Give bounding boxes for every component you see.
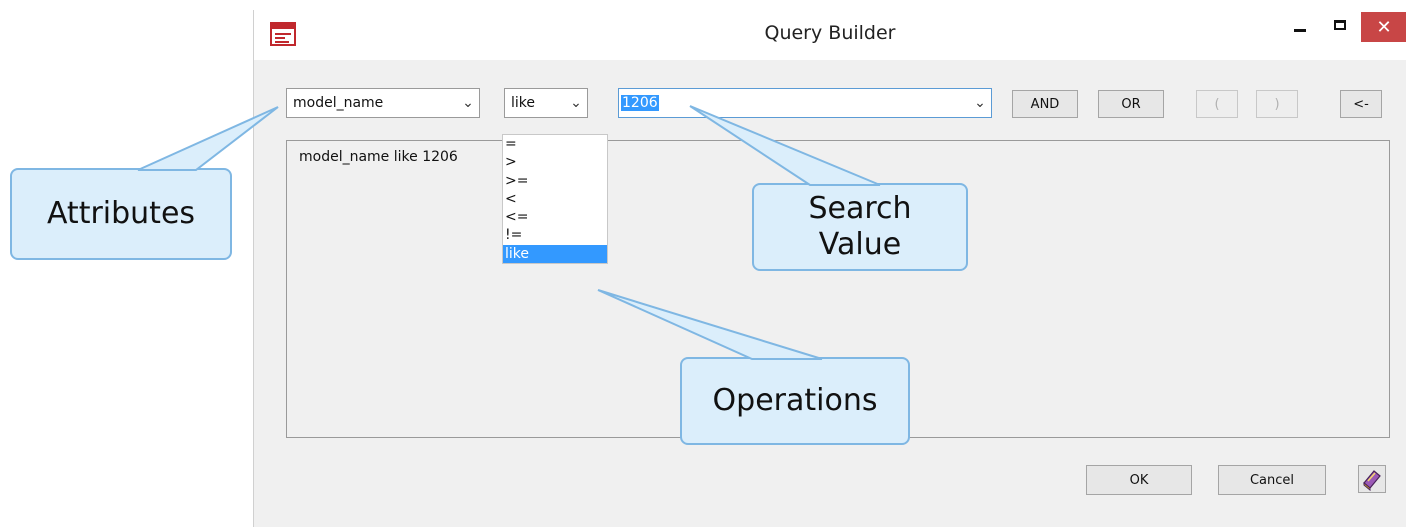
ok-button[interactable]: OK <box>1086 465 1192 495</box>
operator-option[interactable]: <= <box>503 208 607 226</box>
backspace-button[interactable]: <- <box>1340 90 1382 118</box>
title-bar: Query Builder ✕ <box>254 10 1406 60</box>
search-value-callout-line1: Search <box>808 191 912 226</box>
chevron-down-icon[interactable]: ⌄ <box>457 95 479 111</box>
dialog-body: model_name ⌄ like ⌄ 1206 ⌄ AND OR ( ) <-… <box>266 70 1406 520</box>
attributes-callout: Attributes <box>10 168 232 260</box>
minimize-icon <box>1294 28 1306 32</box>
help-book-icon[interactable] <box>1358 465 1386 493</box>
operator-option[interactable]: != <box>503 226 607 244</box>
chevron-down-icon[interactable]: ⌄ <box>565 95 587 111</box>
search-value-text[interactable]: 1206 <box>621 95 659 111</box>
operator-dropdown-list[interactable]: = > >= < <= != like <box>502 134 608 265</box>
search-value-input[interactable]: 1206 ⌄ <box>618 88 992 118</box>
search-value-callout: Search Value <box>752 183 968 271</box>
operator-select[interactable]: like ⌄ <box>504 88 588 118</box>
operator-option[interactable]: > <box>503 153 607 171</box>
maximize-icon <box>1334 20 1346 30</box>
or-button[interactable]: OR <box>1098 90 1164 118</box>
attributes-callout-text: Attributes <box>46 196 196 231</box>
and-button[interactable]: AND <box>1012 90 1078 118</box>
query-expression-text: model_name like 1206 <box>299 149 458 165</box>
operations-callout-text: Operations <box>712 383 878 418</box>
operator-option[interactable]: < <box>503 190 607 208</box>
search-value-text-wrap: 1206 <box>619 95 969 111</box>
open-paren-button[interactable]: ( <box>1196 90 1238 118</box>
close-paren-button[interactable]: ) <box>1256 90 1298 118</box>
chevron-down-icon[interactable]: ⌄ <box>969 95 991 111</box>
operator-select-value: like <box>511 95 536 111</box>
window-title: Query Builder <box>764 22 896 44</box>
attribute-select-value: model_name <box>293 95 384 111</box>
operator-option[interactable]: = <box>503 135 607 153</box>
maximize-button[interactable] <box>1317 10 1363 40</box>
search-value-callout-line2: Value <box>818 227 902 262</box>
cancel-button[interactable]: Cancel <box>1218 465 1326 495</box>
attribute-select[interactable]: model_name ⌄ <box>286 88 480 118</box>
close-icon: ✕ <box>1376 16 1392 38</box>
operations-callout: Operations <box>680 357 910 445</box>
search-value-callout-wrap: Search Value <box>808 191 911 263</box>
operator-option-selected[interactable]: like <box>503 244 607 264</box>
close-button[interactable]: ✕ <box>1361 12 1406 42</box>
operator-option[interactable]: >= <box>503 172 607 190</box>
